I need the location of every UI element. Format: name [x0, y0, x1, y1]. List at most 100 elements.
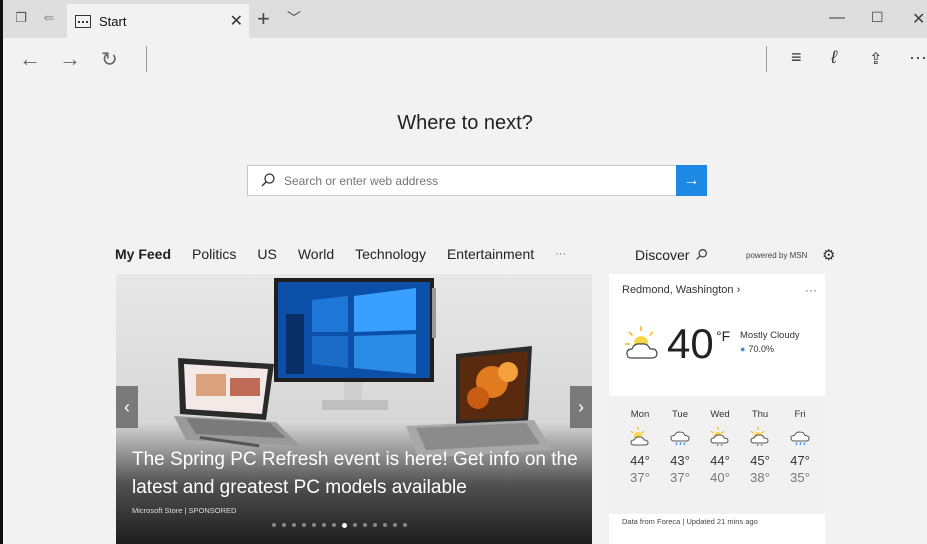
carousel-dot[interactable]	[383, 523, 387, 527]
forecast-day-name: Thu	[751, 409, 769, 420]
tabs-aside-icon[interactable]: ⇚	[41, 10, 57, 26]
forward-icon[interactable]: →	[59, 46, 81, 72]
carousel-next-button[interactable]: ›	[570, 386, 592, 428]
partly-sunny-icon	[630, 427, 649, 446]
tab-politics[interactable]: Politics	[192, 246, 236, 266]
weather-footer: Data from Foreca | Updated 21 mins ago	[622, 517, 758, 526]
forecast-low: 40°	[710, 470, 730, 485]
carousel-dot[interactable]	[403, 523, 407, 527]
carousel-dot[interactable]	[353, 523, 357, 527]
window-close-icon[interactable]: ✕	[912, 9, 925, 29]
carousel-prev-button[interactable]: ‹	[116, 386, 138, 428]
rain-icon	[790, 431, 810, 446]
forecast-high: 47°	[790, 453, 810, 468]
feed-tabs: My Feed Politics US World Technology Ent…	[115, 246, 587, 266]
tab-world[interactable]: World	[298, 246, 334, 266]
search-go-button[interactable]: →	[676, 165, 707, 196]
hero-headline[interactable]: The Spring PC Refresh event is here! Get…	[132, 446, 582, 502]
carousel-dot[interactable]	[302, 523, 306, 527]
weather-condition: Mostly Cloudy	[740, 330, 800, 341]
chevron-right-icon: ›	[736, 284, 741, 296]
forecast-low: 37°	[670, 470, 690, 485]
precipitation: ● 70.0%	[740, 344, 774, 354]
forecast-day-name: Fri	[794, 409, 806, 420]
more-icon[interactable]: ···	[909, 47, 927, 68]
start-page-icon	[75, 14, 91, 28]
show-tab-previews-icon[interactable]: ﹀	[287, 8, 301, 28]
forecast-day[interactable]: Mon 44° 37°	[619, 396, 661, 485]
chevron-left-icon: ‹	[124, 396, 130, 417]
hub-icon[interactable]: ≡	[791, 47, 802, 68]
carousel-dot[interactable]	[373, 523, 377, 527]
discover-search-icon[interactable]	[695, 248, 708, 261]
temperature-unit[interactable]: °F	[716, 328, 730, 344]
title-bar: ❐ ⇚ Start ✕ + ﹀ — ☐ ✕	[3, 0, 927, 38]
forecast-day-name: Tue	[671, 409, 689, 420]
new-tab-page: Where to next? → My Feed Politics US Wor…	[3, 82, 927, 544]
nav-separator	[146, 46, 147, 72]
carousel-dot[interactable]	[322, 523, 326, 527]
carousel-dot[interactable]	[342, 522, 347, 528]
forecast-strip: Mon 44° 37° Tue 43° 37° Wed 44° 40° Thu 45° 38° Fri 4…	[609, 396, 825, 514]
tab-us[interactable]: US	[257, 246, 276, 266]
carousel-dot[interactable]	[272, 523, 276, 527]
browser-window: ❐ ⇚ Start ✕ + ﹀ — ☐ ✕ ← → ↻ ≡ ℓ ⇪ ··· Wh…	[0, 0, 927, 544]
forecast-day[interactable]: Thu 45° 38°	[739, 396, 781, 485]
forecast-day[interactable]: Wed 44° 40°	[699, 396, 741, 485]
forecast-day-name: Wed	[710, 409, 730, 420]
rain-icon	[670, 431, 690, 446]
new-tab-icon[interactable]: +	[257, 6, 270, 32]
forecast-low: 38°	[750, 470, 770, 485]
refresh-icon[interactable]: ↻	[101, 47, 118, 72]
tab-entertainment[interactable]: Entertainment	[447, 246, 534, 266]
forecast-high: 43°	[670, 453, 690, 468]
forecast-low: 37°	[630, 470, 650, 485]
partly-sunny-icon	[625, 326, 658, 359]
gear-icon[interactable]: ⚙	[822, 246, 835, 264]
carousel-dots	[272, 522, 407, 528]
forecast-low: 35°	[790, 470, 810, 485]
tab-my-feed[interactable]: My Feed	[115, 246, 171, 266]
page-title: Where to next?	[397, 112, 533, 134]
maximize-icon[interactable]: ☐	[871, 9, 884, 26]
powered-by-msn: powered by MSN	[746, 251, 808, 260]
back-icon[interactable]: ←	[19, 46, 41, 72]
carousel-dot[interactable]	[363, 523, 367, 527]
raindrop-icon: ●	[740, 344, 746, 354]
carousel-dot[interactable]	[282, 523, 286, 527]
forecast-high: 44°	[630, 453, 650, 468]
search-box: →	[247, 165, 707, 196]
share-icon[interactable]: ⇪	[869, 49, 882, 69]
discover-label[interactable]: Discover	[635, 247, 689, 263]
hero-image	[174, 278, 552, 458]
close-tab-icon[interactable]: ✕	[230, 11, 243, 31]
forecast-day[interactable]: Fri 47° 35°	[779, 396, 821, 485]
web-note-icon[interactable]: ℓ	[831, 47, 837, 68]
carousel-dot[interactable]	[312, 523, 316, 527]
forecast-day-name: Mon	[630, 409, 650, 420]
sun-rain-icon	[710, 427, 729, 447]
arrow-right-icon: →	[683, 171, 700, 189]
forecast-high: 45°	[750, 453, 770, 468]
nav-bar: ← → ↻ ≡ ℓ ⇪ ···	[3, 38, 927, 82]
current-temperature: 40	[667, 320, 714, 367]
minimize-icon[interactable]: —	[829, 9, 845, 27]
set-tabs-aside-icon[interactable]: ❐	[13, 10, 29, 26]
carousel-dot[interactable]	[292, 523, 296, 527]
tab-technology[interactable]: Technology	[355, 246, 426, 266]
carousel-dot[interactable]	[332, 523, 336, 527]
tab-title: Start	[99, 13, 127, 29]
weather-location[interactable]: Redmond, Washington ›	[622, 284, 740, 296]
forecast-day[interactable]: Tue 43° 37°	[659, 396, 701, 485]
forecast-high: 44°	[710, 453, 730, 468]
tab-start[interactable]: Start ✕	[67, 4, 249, 38]
carousel-dot[interactable]	[393, 523, 397, 527]
sun-rain-icon	[750, 427, 769, 447]
tab-more[interactable]: ···	[555, 248, 566, 266]
hero-source: Microsoft Store | SPONSORED	[132, 506, 237, 515]
weather-more-button[interactable]: ···	[805, 283, 817, 297]
chevron-right-icon: ›	[578, 396, 584, 417]
hero-carousel[interactable]: ‹ › The Spring PC Refresh event is here!…	[116, 274, 592, 544]
search-icon	[261, 173, 275, 187]
search-input[interactable]	[284, 166, 674, 195]
